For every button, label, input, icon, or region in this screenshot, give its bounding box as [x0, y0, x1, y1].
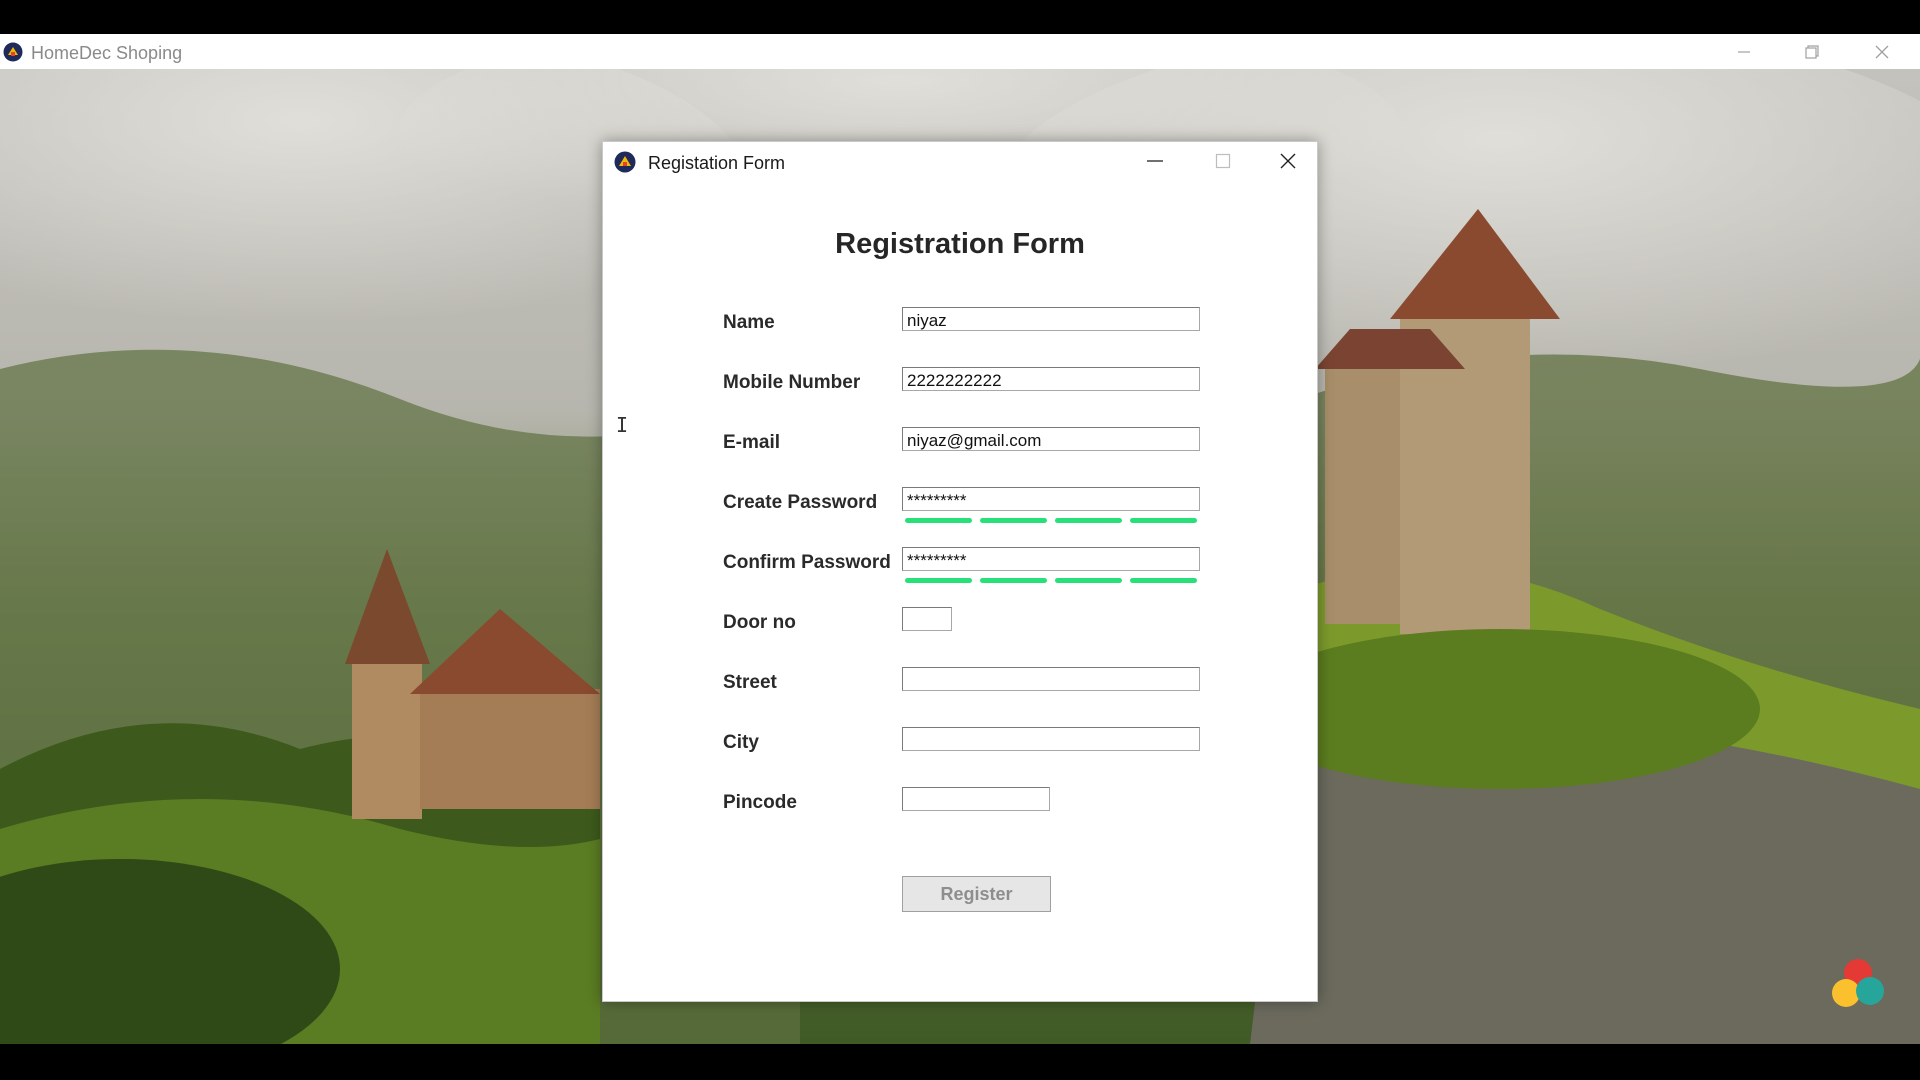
app-restore-button[interactable] — [1782, 34, 1842, 69]
pincode-input[interactable] — [902, 787, 1050, 811]
app-title: HomeDec Shoping — [31, 43, 183, 63]
app-minimize-button[interactable] — [1714, 34, 1774, 69]
strength-segment — [1130, 578, 1197, 583]
maximize-icon — [1215, 153, 1231, 169]
restore-icon — [1805, 44, 1819, 59]
create-password-input[interactable]: ********* — [902, 487, 1200, 511]
create-password-strength-meter — [905, 518, 1197, 523]
name-label: Name — [723, 312, 775, 333]
register-button[interactable]: Register — [902, 876, 1051, 912]
street-label: Street — [723, 672, 777, 693]
strength-segment — [905, 518, 972, 523]
email-input[interactable]: niyaz@gmail.com — [902, 427, 1200, 451]
door-no-label: Door no — [723, 612, 796, 633]
city-input[interactable] — [902, 727, 1200, 751]
app-close-button[interactable] — [1852, 34, 1912, 69]
confirm-password-strength-meter — [905, 578, 1197, 583]
close-icon — [1875, 45, 1889, 58]
street-input[interactable] — [902, 667, 1200, 691]
mobile-number-input[interactable]: 2222222222 — [902, 367, 1200, 391]
email-label: E-mail — [723, 432, 781, 453]
strength-segment — [980, 578, 1047, 583]
strength-segment — [980, 518, 1047, 523]
close-icon — [1280, 153, 1296, 169]
app-logo-icon — [3, 42, 23, 62]
dialog-minimize-button[interactable] — [1125, 144, 1185, 178]
text-cursor-icon: I — [616, 413, 629, 437]
strength-segment — [905, 578, 972, 583]
screen: HomeDec Shoping Registation Form Registr… — [0, 0, 1920, 1080]
strength-segment — [1055, 578, 1122, 583]
dialog-titlebar[interactable]: Registation Form — [603, 142, 1317, 182]
strength-segment — [1055, 518, 1122, 523]
screen-recorder-icon[interactable] — [1828, 955, 1888, 1010]
mobile-number-label: Mobile Number — [723, 372, 861, 393]
confirm-password-label: Confirm Password — [723, 552, 891, 573]
dialog-maximize-button[interactable] — [1193, 144, 1253, 178]
bottom-bar — [0, 1044, 1920, 1080]
strength-segment — [1130, 518, 1197, 523]
app-logo-icon — [614, 151, 636, 173]
app-titlebar[interactable]: HomeDec Shoping — [0, 34, 1920, 69]
minimize-icon — [1738, 50, 1750, 53]
registration-dialog: Registation Form Registration Form Name … — [602, 141, 1318, 1002]
dialog-close-button[interactable] — [1263, 144, 1313, 178]
confirm-password-input[interactable]: ********* — [902, 547, 1200, 571]
create-password-label: Create Password — [723, 492, 878, 513]
city-label: City — [723, 732, 759, 753]
form-heading: Registration Form — [835, 228, 1085, 260]
name-input[interactable]: niyaz — [902, 307, 1200, 331]
pincode-label: Pincode — [723, 792, 797, 813]
door-no-input[interactable] — [902, 607, 952, 631]
dialog-window-title: Registation Form — [648, 153, 786, 173]
minimize-icon — [1147, 160, 1163, 162]
